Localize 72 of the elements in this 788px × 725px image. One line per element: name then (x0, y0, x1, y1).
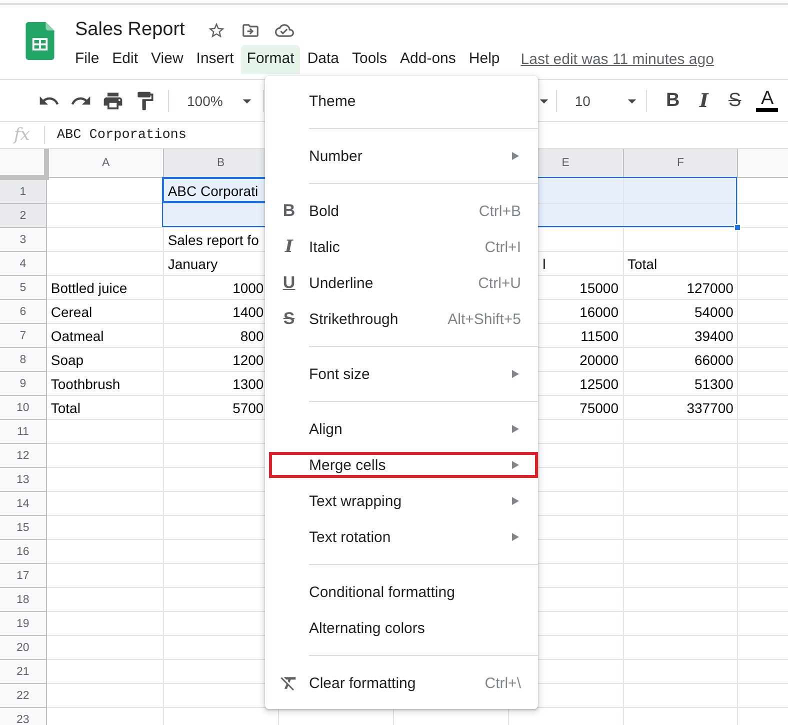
table-cell: 127000 (623, 276, 738, 300)
menu-item[interactable]: Insert (190, 45, 240, 74)
menu-item[interactable]: Data (301, 45, 345, 74)
table-cell: Total (623, 252, 738, 276)
row-header[interactable]: 22 (0, 684, 46, 708)
row-header[interactable]: 12 (0, 444, 46, 468)
function-label: fx (14, 125, 30, 145)
column-header[interactable]: F (623, 149, 738, 178)
document-title[interactable]: Sales Report (75, 19, 185, 41)
formula-input[interactable]: ABC Corporations (56, 128, 187, 142)
menu-item[interactable]: View (145, 45, 190, 74)
row-header[interactable]: 16 (0, 540, 46, 564)
sheets-logo-icon[interactable] (25, 22, 55, 60)
table-cell: 51300 (623, 372, 738, 396)
menu-item[interactable]: File (69, 45, 106, 74)
table-cell: Cereal (46, 300, 164, 324)
star-icon[interactable] (206, 20, 226, 40)
table-cell: 54000 (623, 300, 738, 324)
menu-option[interactable]: Conditional formatting (265, 574, 538, 610)
table-cell: 66000 (623, 348, 738, 372)
table-cell: Toothbrush (46, 372, 164, 396)
menu-option[interactable]: Clear formatting Ctrl+\ (265, 665, 538, 701)
row-header[interactable]: 4 (0, 252, 46, 276)
font-size-dropdown[interactable]: 10 (566, 90, 642, 110)
bold-button[interactable]: B (657, 90, 688, 112)
row-header[interactable]: 10 (0, 396, 46, 420)
row-header[interactable]: 23 (0, 708, 46, 725)
row-header[interactable]: 8 (0, 348, 46, 372)
table-cell: Total (46, 396, 164, 420)
menu-option[interactable]: Merge cells (269, 452, 538, 478)
row-header[interactable]: 21 (0, 660, 46, 684)
shortcut-text: Ctrl+\ (484, 674, 521, 692)
table-cell: Oatmeal (46, 324, 164, 348)
last-edit-link[interactable]: Last edit was 11 minutes ago (520, 51, 714, 68)
menu-item[interactable]: Edit (106, 45, 144, 74)
table-cell: 337700 (623, 396, 738, 420)
row-header[interactable]: 14 (0, 492, 46, 516)
text-color-button[interactable]: A (756, 89, 778, 112)
shortcut-text: Ctrl+B (478, 202, 521, 220)
strike-icon: S (283, 310, 295, 328)
row-header[interactable]: 17 (0, 564, 46, 588)
italic-icon: I (285, 238, 293, 256)
menu-option[interactable]: Text wrapping (265, 483, 538, 519)
underline-icon: U (282, 274, 296, 292)
menu-option[interactable]: Alternating colors (265, 610, 538, 646)
table-cell: Soap (46, 348, 164, 372)
table-cell: 39400 (623, 324, 738, 348)
bold-icon: B (282, 202, 296, 220)
row-header[interactable]: 9 (0, 372, 46, 396)
menu-option[interactable]: Text rotation (265, 519, 538, 555)
menu-option[interactable]: Theme (265, 83, 538, 119)
row-header[interactable]: 5 (0, 276, 46, 300)
row-header[interactable]: 11 (0, 420, 46, 444)
row-header[interactable]: 19 (0, 612, 46, 636)
table-cell: Bottled juice (46, 276, 164, 300)
column-header[interactable]: A (46, 149, 164, 178)
row-header[interactable]: 20 (0, 636, 46, 660)
strikethrough-button[interactable]: S (719, 90, 750, 112)
row-header[interactable]: 7 (0, 324, 46, 348)
row-header[interactable]: 3 (0, 228, 46, 252)
row-header[interactable]: 6 (0, 300, 46, 324)
row-header[interactable]: 13 (0, 468, 46, 492)
zoom-dropdown[interactable]: 100% (179, 90, 257, 110)
menu-item[interactable]: Tools (346, 45, 394, 74)
row-header[interactable]: 15 (0, 516, 46, 540)
menu-item[interactable]: Format (240, 45, 300, 74)
row-header[interactable]: 18 (0, 588, 46, 612)
fill-handle[interactable] (734, 224, 741, 231)
italic-button[interactable]: I (688, 90, 720, 112)
row-header[interactable]: 2 (0, 204, 46, 228)
menu-item[interactable]: Help (462, 45, 506, 74)
menu-item[interactable]: Add-ons (394, 45, 462, 74)
